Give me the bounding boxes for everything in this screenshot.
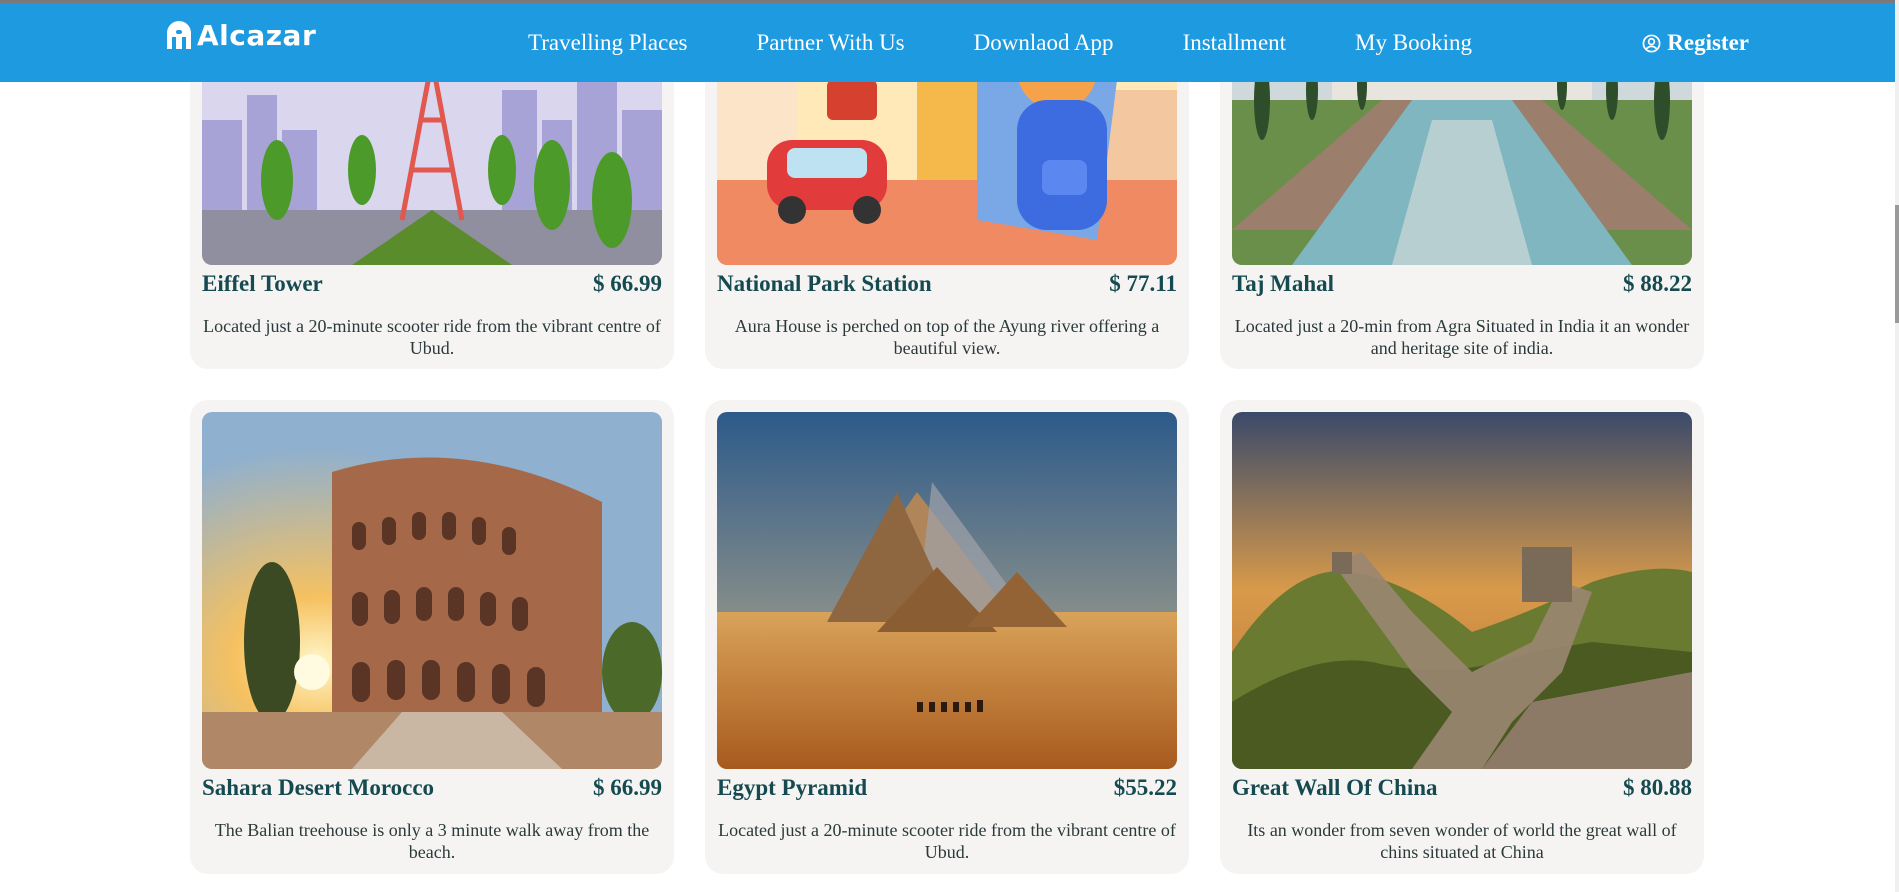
card-description: Aura House is perched on top of the Ayun… [734, 316, 1160, 358]
nav-installment[interactable]: Installment [1183, 30, 1286, 56]
user-circle-icon [1642, 34, 1661, 52]
card-title: Sahara Desert Morocco [202, 775, 435, 800]
card-price: $ 77.11 [1109, 271, 1177, 296]
destination-card-sahara-desert-morocco[interactable]: Sahara Desert Morocco $ 66.99 The Balian… [190, 400, 674, 874]
card-title: National Park Station [717, 271, 932, 296]
nav-download-app[interactable]: Downlaod App [974, 30, 1114, 56]
colosseum-image [202, 412, 662, 769]
scrollbar-thumb[interactable] [1895, 205, 1899, 323]
card-title: Egypt Pyramid [717, 775, 868, 800]
taj-mahal-image [1232, 60, 1692, 265]
brand-name: Alcazar [197, 19, 317, 52]
register-button[interactable]: Register [1642, 30, 1749, 56]
egypt-pyramid-image [717, 412, 1177, 769]
destination-card-taj-mahal[interactable]: Taj Mahal $ 88.22 Located just a 20-min … [1220, 60, 1704, 369]
top-navbar: Alcazar Travelling Places Partner With U… [0, 0, 1895, 82]
destination-card-egypt-pyramid[interactable]: Egypt Pyramid $55.22 Located just a 20-m… [705, 400, 1189, 874]
card-price: $ 80.88 [1623, 775, 1692, 800]
nav-my-booking[interactable]: My Booking [1355, 30, 1472, 56]
card-price: $ 88.22 [1623, 271, 1692, 296]
page-scrollbar[interactable] [1895, 0, 1899, 892]
card-price: $ 66.99 [593, 271, 662, 296]
brand-logo[interactable]: Alcazar [164, 19, 316, 52]
destination-card-great-wall-of-china[interactable]: Great Wall Of China $ 80.88 Its an wonde… [1220, 400, 1704, 874]
card-price: $55.22 [1113, 775, 1177, 800]
great-wall-image [1232, 412, 1692, 769]
register-label: Register [1667, 30, 1749, 55]
national-park-station-image [717, 60, 1177, 265]
card-title: Great Wall Of China [1232, 775, 1438, 800]
card-description: Located just a 20-min from Agra Situated… [1234, 316, 1690, 358]
card-description: The Balian treehouse is only a 3 minute … [214, 820, 650, 862]
destination-card-eiffel-tower[interactable]: Eiffel Tower $ 66.99 Located just a 20-m… [190, 60, 674, 369]
card-title: Eiffel Tower [202, 271, 323, 296]
card-price: $ 66.99 [593, 775, 662, 800]
logo-icon [167, 20, 191, 49]
card-description: Located just a 20-minute scooter ride fr… [718, 820, 1176, 862]
nav-partner-with-us[interactable]: Partner With Us [757, 30, 905, 56]
destination-card-national-park-station[interactable]: National Park Station $ 77.11 Aura House… [705, 60, 1189, 369]
card-description: Its an wonder from seven wonder of world… [1247, 820, 1677, 862]
card-title: Taj Mahal [1232, 271, 1335, 296]
eiffel-tower-image [202, 60, 662, 265]
card-description: Located just a 20-minute scooter ride fr… [203, 316, 661, 358]
nav-travelling-places[interactable]: Travelling Places [528, 30, 688, 56]
main-nav: Travelling Places Partner With Us Downla… [528, 30, 1541, 56]
